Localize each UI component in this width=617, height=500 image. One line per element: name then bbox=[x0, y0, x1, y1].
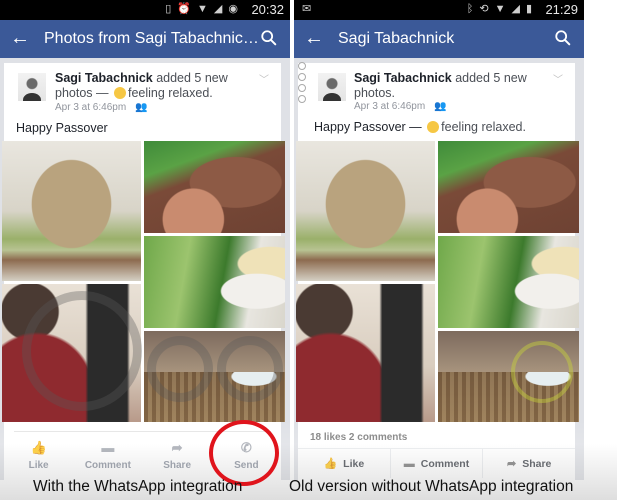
highlight-circle bbox=[209, 420, 279, 486]
status-icons: ᛒ ⟲ ▼ ◢ ▮ bbox=[467, 3, 532, 16]
signal-icon: ◢ bbox=[213, 3, 223, 15]
comment-icon: ▬ bbox=[101, 440, 115, 455]
caption-text: Happy Passover — bbox=[314, 120, 426, 134]
comment-button[interactable]: ▬ Comment bbox=[73, 440, 142, 471]
status-bar: ✉ ᛒ ⟲ ▼ ◢ ▮ 21:29 bbox=[294, 0, 584, 20]
watermark bbox=[22, 291, 142, 411]
gmail-icon: ✉ bbox=[302, 3, 312, 15]
comment-label: Comment bbox=[420, 457, 470, 470]
share-button[interactable]: ➦ Share bbox=[483, 449, 575, 478]
thumbs-up-icon: 👍 bbox=[30, 440, 47, 455]
avatar[interactable] bbox=[318, 73, 346, 101]
wifi-icon: ▼ bbox=[197, 3, 208, 15]
arrow-left-icon[interactable]: ← bbox=[304, 27, 324, 49]
comment-icon: ▬ bbox=[403, 457, 415, 470]
comment-button[interactable]: ▬ Comment bbox=[391, 449, 484, 478]
like-button[interactable]: 👍 Like bbox=[4, 440, 73, 471]
page-title: Photos from Sagi Tabachnic… bbox=[44, 30, 259, 47]
share-icon: ➦ bbox=[506, 458, 517, 470]
app-bar: ← Photos from Sagi Tabachnic… bbox=[0, 20, 290, 58]
post-header: Sagi Tabachnick added 5 new photos — fee… bbox=[55, 71, 260, 101]
status-bar: ▯ ⏰ ▼ ◢ ◉ 20:32 bbox=[0, 0, 290, 20]
photo-grid bbox=[296, 141, 579, 422]
rotate-icon: ⟲ bbox=[479, 3, 489, 15]
status-time: 20:32 bbox=[251, 2, 284, 17]
author-name[interactable]: Sagi Tabachnick bbox=[55, 71, 153, 85]
page-title: Sagi Tabachnick bbox=[338, 30, 455, 47]
scroll-indicator bbox=[298, 62, 306, 103]
alarm-icon: ⏰ bbox=[177, 3, 192, 15]
feeling-text: feeling relaxed. bbox=[441, 120, 526, 134]
feeling-text: feeling relaxed. bbox=[127, 86, 213, 100]
bluetooth-icon: ᛒ bbox=[466, 3, 474, 15]
timestamp[interactable]: Apr 3 at 6:46pm bbox=[55, 102, 126, 113]
dot bbox=[298, 62, 306, 70]
relaxed-emoji-icon bbox=[113, 87, 126, 99]
reaction-counts[interactable]: 18 likes 2 comments bbox=[310, 432, 407, 443]
dot bbox=[298, 84, 306, 92]
photo-greens-eggs[interactable] bbox=[144, 236, 285, 328]
avatar[interactable] bbox=[18, 73, 46, 101]
watermark bbox=[217, 336, 283, 402]
post-card: Sagi Tabachnick added 5 new photos — fee… bbox=[2, 63, 285, 480]
like-label: Like bbox=[28, 460, 49, 471]
friends-icon: 👥 bbox=[134, 102, 148, 113]
photo-greens-eggs[interactable] bbox=[438, 236, 579, 328]
watermark bbox=[147, 336, 213, 402]
caption-left: With the WhatsApp integration bbox=[33, 478, 243, 495]
battery-icon: ▮ bbox=[525, 3, 532, 15]
share-button[interactable]: ➦ Share bbox=[143, 440, 212, 471]
photo-seder-plate[interactable] bbox=[144, 141, 285, 233]
thumbs-up-icon: 👍 bbox=[323, 458, 338, 470]
share-icon: ➦ bbox=[171, 440, 183, 455]
caption-right: Old version without WhatsApp integration bbox=[289, 478, 574, 495]
search-icon[interactable] bbox=[260, 29, 278, 47]
post-actions: 👍 Like ▬ Comment ➦ Share bbox=[298, 448, 575, 478]
chevron-down-icon[interactable]: ﹀ bbox=[259, 71, 269, 86]
dot bbox=[298, 73, 306, 81]
post-caption: Happy Passover bbox=[16, 121, 108, 135]
search-icon[interactable] bbox=[554, 29, 572, 47]
relaxed-emoji-icon bbox=[427, 121, 440, 133]
dot bbox=[298, 95, 306, 103]
vibrate-icon: ▯ bbox=[165, 3, 172, 15]
post-card: Sagi Tabachnick added 5 new photos. Apr … bbox=[296, 63, 579, 480]
photo-bowl[interactable] bbox=[296, 141, 435, 281]
watermark bbox=[511, 341, 573, 403]
photo-grid bbox=[2, 141, 285, 422]
like-button[interactable]: 👍 Like bbox=[298, 449, 391, 478]
share-label: Share bbox=[522, 457, 552, 470]
signal-icon: ◢ bbox=[511, 3, 520, 15]
like-label: Like bbox=[343, 457, 365, 470]
comment-label: Comment bbox=[84, 460, 131, 471]
share-label: Share bbox=[163, 460, 192, 471]
status-icons: ▯ ⏰ ▼ ◢ ◉ bbox=[165, 3, 238, 16]
post-meta: Apr 3 at 6:46pm 👥 bbox=[55, 102, 147, 113]
chevron-down-icon[interactable]: ﹀ bbox=[553, 71, 563, 86]
right-phone-screenshot: ✉ ᛒ ⟲ ▼ ◢ ▮ 21:29 ← Sagi Tabachnick Sagi… bbox=[294, 0, 584, 480]
author-name[interactable]: Sagi Tabachnick bbox=[354, 71, 452, 85]
post-caption: Happy Passover — feeling relaxed. bbox=[314, 120, 526, 134]
arrow-left-icon[interactable]: ← bbox=[10, 27, 30, 49]
timestamp[interactable]: Apr 3 at 6:46pm bbox=[354, 101, 425, 112]
status-time: 21:29 bbox=[545, 2, 578, 17]
photo-bowl[interactable] bbox=[2, 141, 141, 281]
wifi-icon: ▼ bbox=[494, 3, 506, 15]
photo-people[interactable] bbox=[296, 284, 435, 422]
post-header: Sagi Tabachnick added 5 new photos. bbox=[354, 71, 559, 101]
battery-icon: ◉ bbox=[228, 3, 238, 15]
left-phone-screenshot: ▯ ⏰ ▼ ◢ ◉ 20:32 ← Photos from Sagi Tabac… bbox=[0, 0, 290, 480]
photo-seder-plate[interactable] bbox=[438, 141, 579, 233]
friends-icon: 👥 bbox=[433, 101, 447, 112]
app-bar: ← Sagi Tabachnick bbox=[294, 20, 584, 58]
post-meta: Apr 3 at 6:46pm 👥 bbox=[354, 101, 446, 112]
